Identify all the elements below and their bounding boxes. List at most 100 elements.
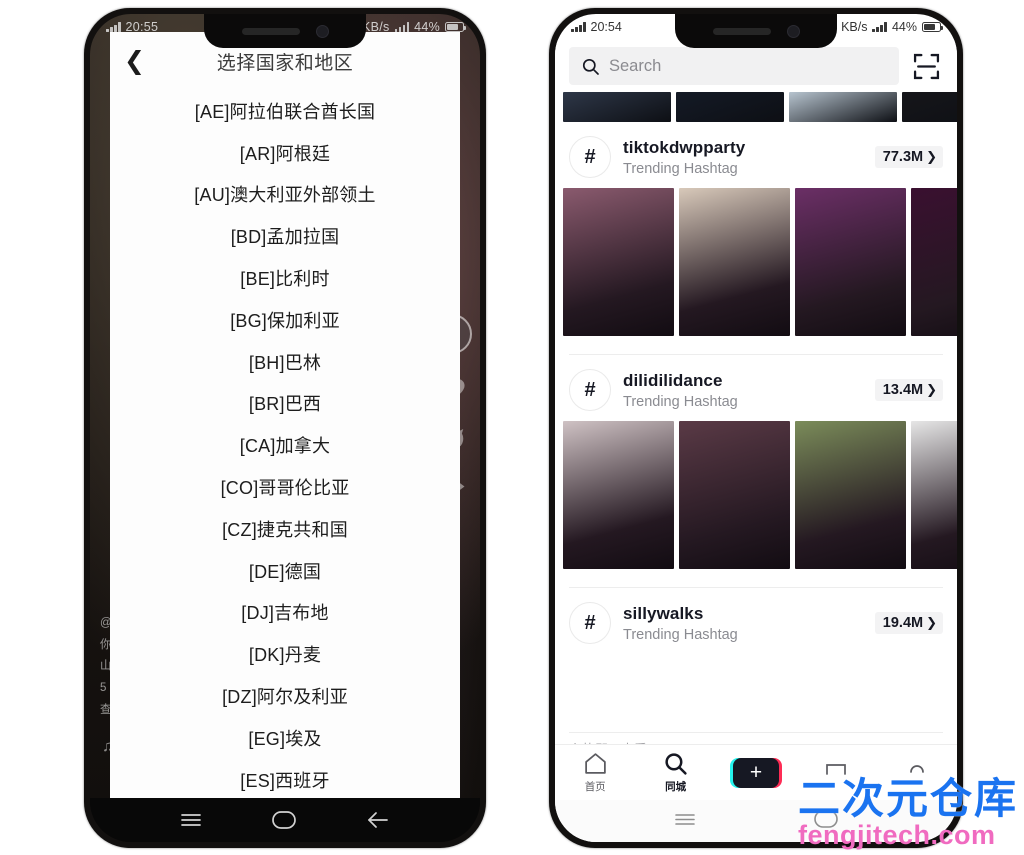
hashtag-name: sillywalks — [623, 603, 704, 623]
front-camera — [315, 24, 329, 38]
hashtag-row[interactable]: # dilidilidance Trending Hashtag 13.4M ❯ — [555, 357, 957, 421]
country-list-item[interactable]: [DZ]阿尔及利亚 — [110, 675, 460, 717]
country-list-item[interactable]: [ES]西班牙 — [110, 759, 460, 801]
hashtag-thumbnail-placeholder — [555, 654, 957, 732]
earpiece-speaker — [712, 27, 771, 35]
home-circle-icon[interactable] — [271, 810, 297, 830]
chevron-right-icon: ❯ — [926, 149, 937, 164]
hashtag-name: tiktokdwpparty — [623, 137, 746, 157]
status-time: 20:55 — [125, 20, 159, 34]
hashtag-thumbnail-strip[interactable] — [555, 421, 957, 587]
country-list-item[interactable]: [DE]德国 — [110, 550, 460, 592]
country-list-item[interactable]: [AU]澳大利亚外部领土 — [110, 174, 460, 216]
country-list-item[interactable]: [BR]巴西 — [110, 383, 460, 425]
country-list-item[interactable]: [BG]保加利亚 — [110, 299, 460, 341]
video-thumbnail[interactable] — [902, 92, 957, 122]
right-phone-device: 20:54 KB/s 44% Search # tiktokdwpparty T… — [549, 8, 963, 848]
screenshot-canvas: @ 你山 5 查 ♫ 20:55 KB/s 44% ❮ 选择国家和地区 [AE]… — [0, 0, 1024, 855]
country-list-item[interactable]: [CA]加拿大 — [110, 424, 460, 466]
battery-percent-label: 44% — [891, 20, 917, 34]
country-list-item[interactable]: [BH]巴林 — [110, 341, 460, 383]
video-thumbnail[interactable] — [676, 92, 784, 122]
country-list-item[interactable]: [CZ]捷克共和国 — [110, 508, 460, 550]
hashtag-thumbnail-strip[interactable] — [555, 188, 957, 354]
country-list-item[interactable]: [BE]比利时 — [110, 257, 460, 299]
hashtag-count-value: 19.4M — [882, 615, 924, 631]
left-phone-notch — [204, 14, 366, 48]
home-icon — [584, 753, 606, 774]
hashtag-count-value: 13.4M — [882, 382, 924, 398]
hashtag-row[interactable]: # tiktokdwpparty Trending Hashtag 77.3M ❯ — [555, 124, 957, 188]
hashtag-subtitle: Trending Hashtag — [623, 160, 738, 177]
country-list-item[interactable]: [CO]哥哥伦比亚 — [110, 466, 460, 508]
hash-icon: # — [569, 369, 611, 411]
search-icon — [665, 753, 687, 775]
left-phone-screen-area: @ 你山 5 查 ♫ 20:55 KB/s 44% ❮ 选择国家和地区 [AE]… — [90, 14, 480, 842]
hashtag-subtitle: Trending Hashtag — [623, 626, 738, 643]
chevron-right-icon: ❯ — [926, 615, 937, 630]
signal-icon — [571, 22, 586, 32]
video-thumbnail[interactable] — [563, 92, 671, 122]
video-thumbnail[interactable] — [795, 188, 906, 336]
right-phone-notch — [675, 14, 837, 48]
tab-create[interactable]: + — [725, 757, 787, 788]
network-speed-label: KB/s — [361, 20, 390, 34]
scan-qr-icon[interactable] — [909, 49, 943, 83]
country-list-item[interactable]: [BD]孟加拉国 — [110, 215, 460, 257]
status-time: 20:54 — [590, 20, 622, 34]
country-list-item[interactable]: [DJ]吉布地 — [110, 592, 460, 634]
tab-home-label: 首页 — [584, 781, 606, 793]
signal-icon — [106, 22, 121, 32]
tab-discover[interactable]: 同城 — [645, 751, 707, 794]
left-phone-device: @ 你山 5 查 ♫ 20:55 KB/s 44% ❮ 选择国家和地区 [AE]… — [84, 8, 486, 848]
country-region-picker-sheet: ❮ 选择国家和地区 [AE]阿拉伯联合酋长国 [AR]阿根廷 [AU]澳大利亚外部领… — [110, 32, 460, 803]
tab-home[interactable]: 首页 — [564, 751, 626, 794]
partial-thumbnail-strip[interactable] — [555, 92, 957, 122]
country-list-item[interactable]: [EG]埃及 — [110, 717, 460, 759]
earpiece-speaker — [241, 27, 300, 35]
country-list-item[interactable]: [AR]阿根廷 — [110, 132, 460, 174]
recents-menu-icon[interactable] — [674, 811, 696, 832]
wifi-icon — [394, 22, 410, 32]
hashtag-row[interactable]: # sillywalks Trending Hashtag 19.4M ❯ — [555, 590, 957, 654]
plus-glyph: + — [732, 757, 779, 788]
search-input[interactable]: Search — [609, 57, 661, 76]
video-thumbnail[interactable] — [679, 421, 790, 569]
hashtag-count-value: 77.3M — [882, 149, 924, 165]
video-thumbnail[interactable] — [911, 421, 957, 569]
country-list[interactable]: [AE]阿拉伯联合酋长国 [AR]阿根廷 [AU]澳大利亚外部领土 [BD]孟加拉国[… — [110, 90, 460, 803]
left-phone-background-feed: @ 你山 5 查 ♫ 20:55 KB/s 44% ❮ 选择国家和地区 [AE]… — [90, 14, 480, 842]
hashtag-name: dilidilidance — [623, 370, 723, 390]
sheet-title: 选择国家和地区 — [216, 52, 354, 74]
battery-percent-label: 44% — [414, 20, 440, 34]
battery-icon — [445, 22, 467, 32]
hashtag-view-count-badge[interactable]: 19.4M ❯ — [874, 612, 943, 634]
video-thumbnail[interactable] — [911, 188, 957, 336]
video-thumbnail[interactable] — [563, 188, 674, 336]
plus-icon[interactable]: + — [729, 757, 782, 788]
right-phone-screen-area: 20:54 KB/s 44% Search # tiktokdwpparty T… — [555, 14, 957, 842]
video-thumbnail[interactable] — [789, 92, 897, 122]
hashtag-text-group: tiktokdwpparty Trending Hashtag — [623, 138, 863, 177]
watermark-chinese-text: 二次元仓库 — [797, 775, 1018, 822]
recents-menu-icon[interactable] — [180, 812, 202, 828]
country-list-item[interactable]: [AE]阿拉伯联合酋长国 — [110, 90, 460, 132]
network-speed-label: KB/s — [841, 20, 868, 34]
site-watermark: 二次元仓库 fengjitech.com — [798, 778, 1018, 849]
back-arrow-left-icon[interactable] — [366, 811, 390, 829]
back-chevron-left-icon[interactable]: ❮ — [124, 48, 158, 74]
video-thumbnail[interactable] — [563, 421, 674, 569]
discover-scroll-area[interactable]: # tiktokdwpparty Trending Hashtag 77.3M ❯ # di… — [555, 92, 957, 756]
tiktok-discover-screen: 20:54 KB/s 44% Search # tiktokdwpparty T… — [555, 14, 957, 842]
battery-icon — [922, 22, 944, 32]
hashtag-view-count-badge[interactable]: 77.3M ❯ — [874, 146, 943, 168]
country-list-item[interactable]: [DK]丹麦 — [110, 633, 460, 675]
video-thumbnail[interactable] — [795, 421, 906, 569]
search-input-container[interactable]: Search — [569, 47, 899, 85]
hashtag-block: # tiktokdwpparty Trending Hashtag 77.3M ❯ — [555, 122, 957, 355]
hashtag-view-count-badge[interactable]: 13.4M ❯ — [874, 379, 943, 401]
video-thumbnail[interactable] — [679, 188, 790, 336]
trending-hashtag-list: # tiktokdwpparty Trending Hashtag 77.3M ❯ # di… — [555, 122, 957, 733]
wifi-icon — [872, 22, 887, 32]
hash-icon: # — [569, 136, 611, 178]
